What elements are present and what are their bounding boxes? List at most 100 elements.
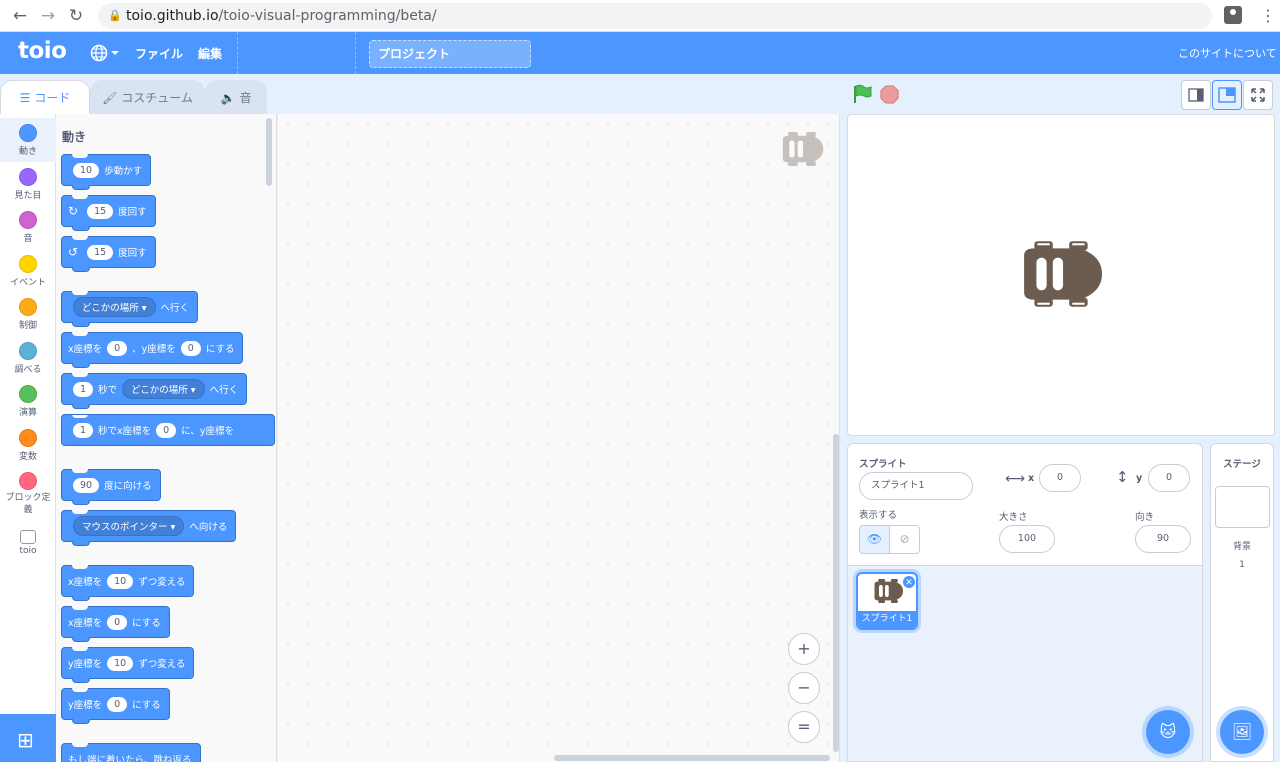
block-dropdown[interactable]: どこかの場所 ▾ (73, 297, 156, 317)
code-workspace[interactable]: + − = (278, 114, 840, 762)
block-set-y[interactable]: y座標を 0 にする (61, 688, 170, 724)
profile-icon[interactable] (1224, 6, 1242, 24)
category-looks[interactable]: 見た目 (0, 162, 56, 206)
edit-menu[interactable]: 編集 (198, 45, 222, 62)
block-text: 秒で (98, 385, 118, 396)
small-stage-icon (1188, 88, 1204, 102)
block-move-steps[interactable]: 10 歩動かす (61, 154, 152, 190)
stage-selector[interactable]: ステージ 背景 1 🖼 (1210, 443, 1274, 762)
block-point-direction[interactable]: 90 度に向ける (61, 469, 161, 505)
block-glide-xy[interactable]: 1 秒でx座標を 0 に、y座標を (61, 414, 275, 446)
block-dropdown[interactable]: どこかの場所 ▾ (122, 379, 205, 399)
block-glide[interactable]: 1 秒で どこかの場所 ▾ へ行く (61, 373, 248, 409)
fullscreen-button[interactable] (1243, 80, 1273, 110)
stage-thumbnail[interactable] (1215, 486, 1270, 528)
block-input[interactable]: 0 (107, 614, 128, 630)
small-stage-button[interactable] (1181, 80, 1211, 110)
block-input[interactable]: 15 (87, 203, 114, 219)
workspace-vertical-scrollbar[interactable] (833, 434, 839, 752)
project-title-input[interactable]: プロジェクト (369, 40, 531, 68)
category-label: 変数 (18, 452, 37, 462)
sprite-name-input[interactable]: スプライト1 (859, 472, 973, 500)
block-input[interactable]: 10 (73, 162, 100, 178)
category-events[interactable]: イベント (0, 249, 56, 293)
block-set-x[interactable]: x座標を 0 にする (61, 606, 170, 642)
green-flag-icon[interactable] (852, 84, 872, 104)
normal-stage-button[interactable] (1212, 80, 1242, 110)
block-input[interactable]: 1 (73, 422, 94, 438)
tab-costumes[interactable]: 🖌 コスチューム (90, 80, 205, 114)
toio-car-sprite[interactable] (1020, 241, 1102, 307)
block-input[interactable]: 0 (107, 696, 128, 712)
category-dot (19, 255, 37, 273)
block-input[interactable]: 0 (107, 340, 128, 356)
x-position-input[interactable]: 0 (1039, 464, 1081, 492)
block-bounce[interactable]: もし端に着いたら、跳ね返る (61, 743, 201, 762)
language-globe-icon[interactable] (90, 43, 120, 63)
workspace-horizontal-scrollbar[interactable] (554, 755, 830, 761)
tab-code[interactable]: ☰ コード (0, 80, 90, 114)
category-toio[interactable]: toio (0, 522, 56, 566)
block-text: 度回す (118, 248, 147, 259)
category-sensing[interactable]: 調べる (0, 336, 56, 380)
category-my-blocks[interactable]: ブロック定義 (0, 466, 56, 520)
block-point-towards[interactable]: マウスのポインター ▾ へ向ける (61, 510, 237, 546)
add-extension-button[interactable]: ⊞ (0, 714, 56, 762)
block-input[interactable]: 15 (87, 244, 114, 260)
category-label: 音 (23, 234, 33, 244)
category-control[interactable]: 制御 (0, 292, 56, 336)
toio-logo[interactable]: toio (18, 38, 67, 64)
block-change-y[interactable]: y座標を 10 ずつ変える (61, 647, 195, 683)
direction-input[interactable]: 90 (1135, 525, 1191, 553)
category-operators[interactable]: 演算 (0, 379, 56, 423)
block-input[interactable]: 0 (156, 422, 177, 438)
category-label: 調べる (14, 365, 42, 375)
category-motion[interactable]: 動き (0, 118, 56, 162)
block-input[interactable]: 90 (73, 477, 100, 493)
block-input[interactable]: 0 (180, 340, 201, 356)
add-sprite-button[interactable]: 🐱 (1146, 710, 1190, 754)
category-variables[interactable]: 変数 (0, 423, 56, 467)
address-bar[interactable]: 🔒 toio.github.io/toio-visual-programming… (98, 3, 1212, 29)
palette-scrollbar[interactable] (266, 118, 272, 186)
category-sound[interactable]: 音 (0, 205, 56, 249)
block-dropdown[interactable]: マウスのポインター ▾ (73, 516, 185, 536)
more-menu-icon[interactable]: ⋮ (1260, 4, 1276, 28)
block-input[interactable]: 1 (73, 381, 94, 397)
category-label: 制御 (18, 321, 37, 331)
fullscreen-icon (1251, 88, 1265, 102)
block-text: 、y座標を (132, 344, 176, 355)
block-goto[interactable]: どこかの場所 ▾ へ行く (61, 291, 199, 327)
rotate-left-icon: ↺ (68, 245, 79, 259)
block-input[interactable]: 10 (107, 655, 134, 671)
block-turn-right[interactable]: ↻ 15 度回す (61, 195, 156, 231)
reload-icon[interactable]: ↻ (64, 4, 88, 28)
block-text: にする (132, 700, 161, 711)
block-change-x[interactable]: x座標を 10 ずつ変える (61, 565, 195, 601)
add-backdrop-button[interactable]: 🖼 (1220, 710, 1264, 754)
zoom-in-icon: + (797, 639, 811, 658)
file-menu[interactable]: ファイル (135, 45, 183, 62)
back-arrow-icon[interactable]: ← (8, 4, 32, 28)
y-position-input[interactable]: 0 (1148, 464, 1190, 492)
block-input[interactable]: 10 (107, 573, 134, 589)
stage-canvas[interactable] (847, 114, 1275, 436)
forward-arrow-icon[interactable]: → (36, 4, 60, 28)
tab-sounds[interactable]: 🔈 音 (205, 80, 267, 114)
hide-sprite-button[interactable]: ⊘ (889, 525, 920, 554)
block-text: にする (132, 618, 161, 629)
category-label: 演算 (18, 408, 37, 418)
stop-icon[interactable] (880, 85, 899, 104)
zoom-in-button[interactable]: + (788, 633, 820, 665)
block-text: 歩動かす (104, 166, 143, 177)
about-link[interactable]: このサイトについて (1178, 45, 1277, 61)
block-goto-xy[interactable]: x座標を 0 、y座標を 0 にする (61, 332, 244, 368)
block-turn-left[interactable]: ↺ 15 度回す (61, 236, 156, 272)
size-input[interactable]: 100 (999, 525, 1055, 553)
show-sprite-button[interactable]: 👁 (859, 525, 890, 554)
block-text: x座標を (68, 618, 103, 629)
delete-sprite-icon[interactable]: ✕ (902, 575, 916, 589)
zoom-reset-button[interactable]: = (788, 711, 820, 743)
zoom-out-button[interactable]: − (788, 672, 820, 704)
direction-label: 向き (1135, 512, 1155, 523)
